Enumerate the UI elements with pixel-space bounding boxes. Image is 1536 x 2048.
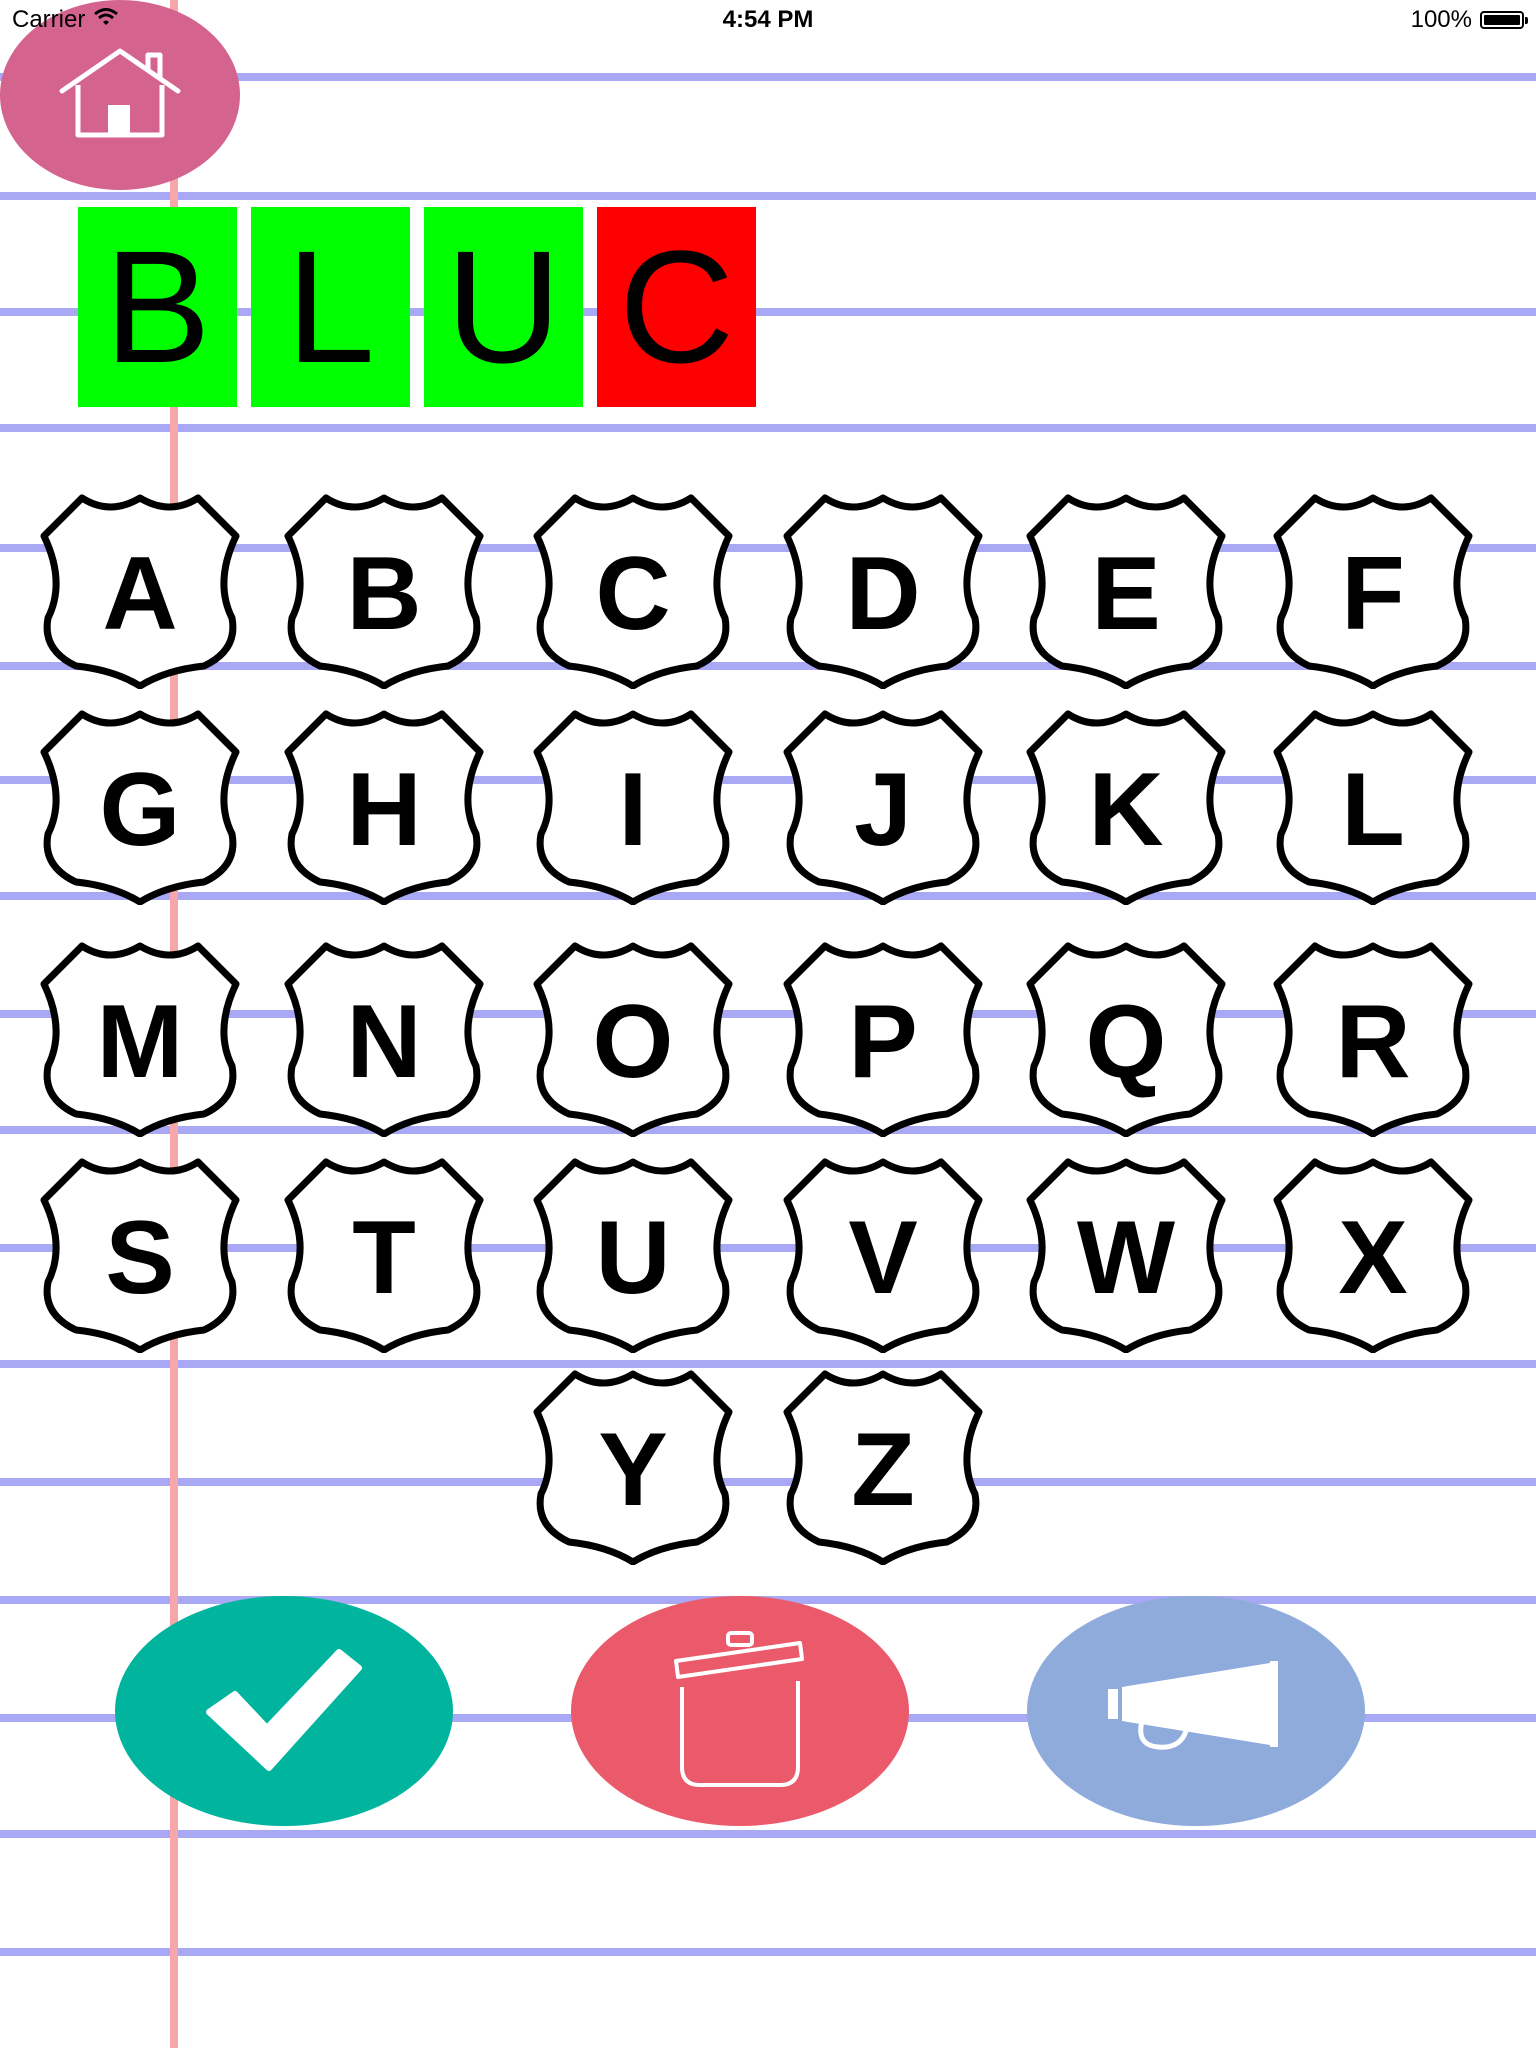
letter-key-u[interactable]: U bbox=[533, 1158, 733, 1353]
trash-icon bbox=[670, 1629, 810, 1794]
letter-key-r[interactable]: R bbox=[1273, 942, 1473, 1137]
letter-key-p[interactable]: P bbox=[783, 942, 983, 1137]
letter-key-f[interactable]: F bbox=[1273, 494, 1473, 689]
letter-key-label: F bbox=[1341, 536, 1405, 652]
letter-key-d[interactable]: D bbox=[783, 494, 983, 689]
letter-key-c[interactable]: C bbox=[533, 494, 733, 689]
letter-key-label: E bbox=[1091, 536, 1161, 652]
letter-key-s[interactable]: S bbox=[40, 1158, 240, 1353]
letter-key-label: P bbox=[848, 984, 918, 1100]
letter-key-label: S bbox=[105, 1200, 175, 1316]
checkmark-icon bbox=[199, 1644, 369, 1779]
letter-key-label: U bbox=[595, 1200, 671, 1316]
check-answer-button[interactable] bbox=[115, 1596, 453, 1826]
letter-key-z[interactable]: Z bbox=[783, 1370, 983, 1565]
letter-key-a[interactable]: A bbox=[40, 494, 240, 689]
ruled-line bbox=[0, 192, 1536, 200]
home-icon bbox=[56, 45, 184, 146]
letter-key-label: J bbox=[854, 752, 912, 868]
letter-key-label: D bbox=[845, 536, 921, 652]
letter-key-v[interactable]: V bbox=[783, 1158, 983, 1353]
letter-key-k[interactable]: K bbox=[1026, 710, 1226, 905]
letter-key-n[interactable]: N bbox=[284, 942, 484, 1137]
letter-key-label: O bbox=[592, 984, 674, 1100]
letter-key-label: V bbox=[848, 1200, 918, 1316]
letter-key-label: A bbox=[102, 536, 178, 652]
ruled-line bbox=[0, 424, 1536, 432]
letter-key-j[interactable]: J bbox=[783, 710, 983, 905]
letter-key-g[interactable]: G bbox=[40, 710, 240, 905]
ruled-line bbox=[0, 1360, 1536, 1368]
ruled-line bbox=[0, 1830, 1536, 1838]
ruled-line bbox=[0, 1948, 1536, 1956]
letter-key-l[interactable]: L bbox=[1273, 710, 1473, 905]
letter-key-label: N bbox=[346, 984, 422, 1100]
letter-key-label: I bbox=[618, 752, 648, 868]
letter-key-label: Z bbox=[851, 1412, 915, 1528]
letter-key-label: B bbox=[346, 536, 422, 652]
megaphone-icon bbox=[1106, 1659, 1286, 1764]
letter-key-label: R bbox=[1335, 984, 1411, 1100]
letter-key-label: W bbox=[1076, 1200, 1176, 1316]
letter-key-label: C bbox=[595, 536, 671, 652]
letter-key-i[interactable]: I bbox=[533, 710, 733, 905]
clear-button[interactable] bbox=[571, 1596, 909, 1826]
status-right: 100% bbox=[1410, 6, 1528, 34]
letter-key-x[interactable]: X bbox=[1273, 1158, 1473, 1353]
letter-key-label: H bbox=[346, 752, 422, 868]
letter-key-m[interactable]: M bbox=[40, 942, 240, 1137]
letter-key-label: G bbox=[99, 752, 181, 868]
letter-key-label: Y bbox=[598, 1412, 668, 1528]
letter-key-h[interactable]: H bbox=[284, 710, 484, 905]
letter-key-e[interactable]: E bbox=[1026, 494, 1226, 689]
letter-tile: L bbox=[251, 207, 410, 407]
letter-key-label: X bbox=[1338, 1200, 1408, 1316]
letter-key-label: L bbox=[1341, 752, 1405, 868]
battery-icon bbox=[1480, 11, 1528, 29]
clock: 4:54 PM bbox=[722, 6, 814, 33]
letter-key-label: Q bbox=[1085, 984, 1167, 1100]
battery-percent: 100% bbox=[1410, 6, 1472, 33]
letter-tile: U bbox=[424, 207, 583, 407]
status-bar: Carrier 4:54 PM 100% bbox=[0, 0, 1536, 40]
letter-tile: B bbox=[78, 207, 237, 407]
speak-button[interactable] bbox=[1027, 1596, 1365, 1826]
letter-key-q[interactable]: Q bbox=[1026, 942, 1226, 1137]
letter-key-b[interactable]: B bbox=[284, 494, 484, 689]
letter-tile: C bbox=[597, 207, 756, 407]
letter-key-label: K bbox=[1088, 752, 1164, 868]
letter-key-y[interactable]: Y bbox=[533, 1370, 733, 1565]
letter-key-label: M bbox=[96, 984, 184, 1100]
ruled-line bbox=[0, 1478, 1536, 1486]
letter-key-label: T bbox=[352, 1200, 416, 1316]
spelled-word: B L U C bbox=[78, 207, 756, 407]
letter-key-w[interactable]: W bbox=[1026, 1158, 1226, 1353]
letter-key-o[interactable]: O bbox=[533, 942, 733, 1137]
letter-key-t[interactable]: T bbox=[284, 1158, 484, 1353]
